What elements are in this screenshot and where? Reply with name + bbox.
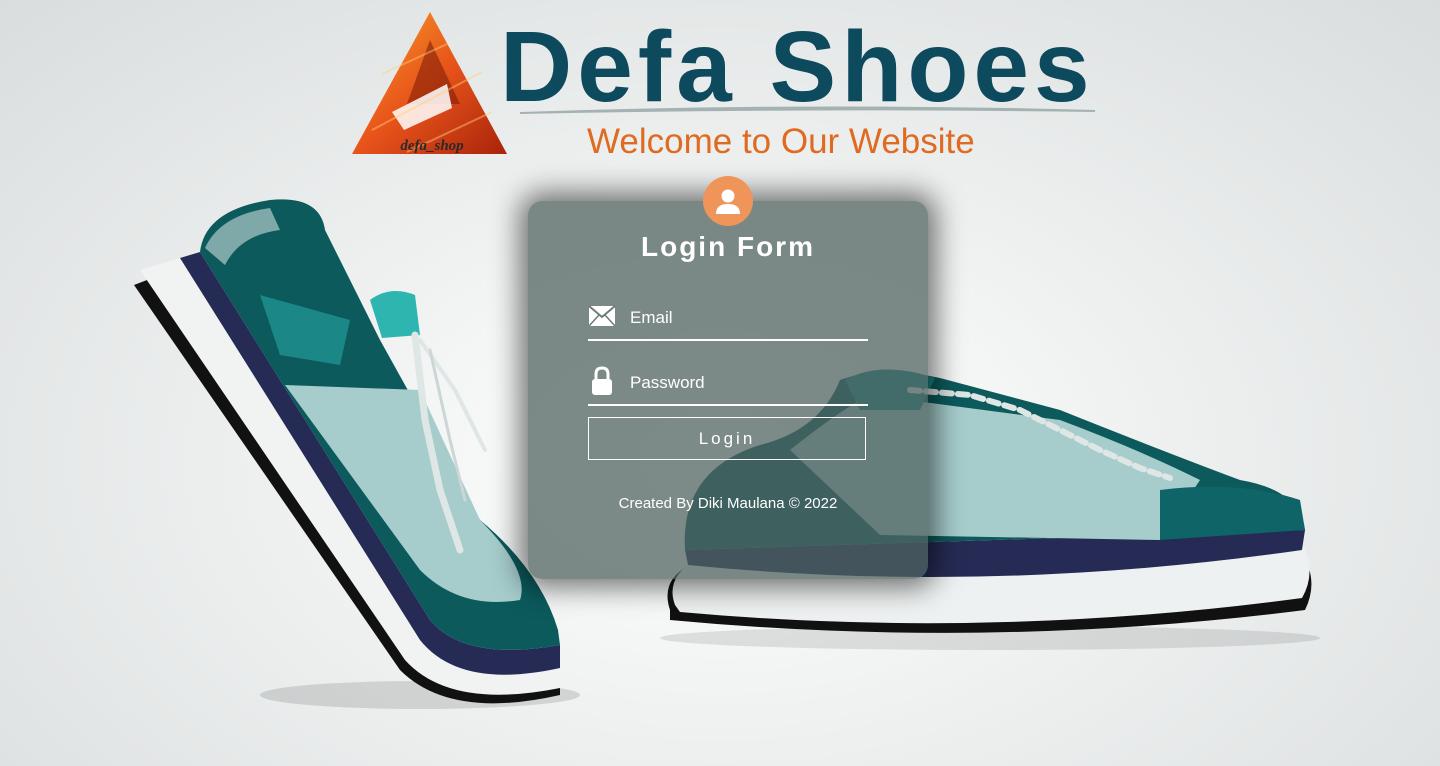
email-field [588,301,868,341]
user-avatar [703,176,753,226]
email-input[interactable] [630,301,860,335]
footer-credit: Created By Diki Maulana © 2022 [618,495,838,512]
brand-subtitle: Welcome to Our Website [587,122,975,161]
login-form-card: Login Form Login Created By Diki Maulana… [528,176,928,579]
lock-icon [588,366,616,395]
user-icon [716,189,740,214]
login-button[interactable]: Login [588,417,866,460]
brand-logo: defa_shop [352,12,507,154]
sneaker-image-left [134,199,580,709]
logo-text: defa_shop [400,138,464,154]
title-underline-swoosh [520,106,1095,114]
login-form-title: Login Form [641,231,815,262]
password-input[interactable] [630,366,860,400]
envelope-icon [588,303,616,329]
password-field [588,366,868,406]
